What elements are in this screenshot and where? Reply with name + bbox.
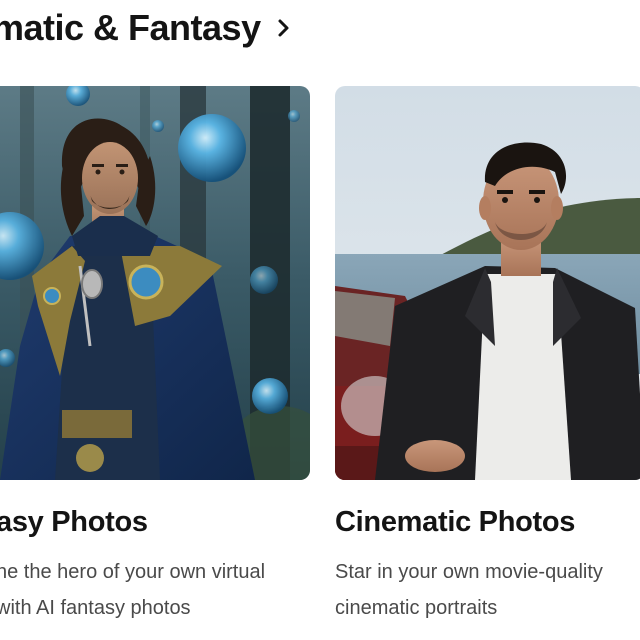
cinematic-photos-card[interactable]: Cinematic Photos Star in your own movie-… xyxy=(335,86,640,619)
chevron-right-icon xyxy=(277,18,291,38)
section-title: matic & Fantasy xyxy=(0,7,261,48)
card-title: asy Photos xyxy=(0,506,148,538)
card-description-line: Star in your own movie-quality xyxy=(335,561,603,583)
card-title: Cinematic Photos xyxy=(335,506,576,538)
fantasy-photos-card[interactable]: asy Photos ne the hero of your own virtu… xyxy=(0,86,310,619)
card-description: ne the hero of your own virtual with AI … xyxy=(0,554,356,626)
fantasy-photo-image[interactable] xyxy=(0,86,310,480)
card-description: Star in your own movie-quality cinematic… xyxy=(335,554,640,626)
card-description-line: cinematic portraits xyxy=(335,597,498,619)
card-description-line: with AI fantasy photos xyxy=(0,597,191,619)
section-header-link[interactable]: matic & Fantasy xyxy=(0,2,291,54)
page: matic & Fantasy asy Photos ne the hero o… xyxy=(0,0,640,640)
cinematic-photo-image[interactable] xyxy=(335,86,640,480)
card-description-line: ne the hero of your own virtual xyxy=(0,561,266,583)
